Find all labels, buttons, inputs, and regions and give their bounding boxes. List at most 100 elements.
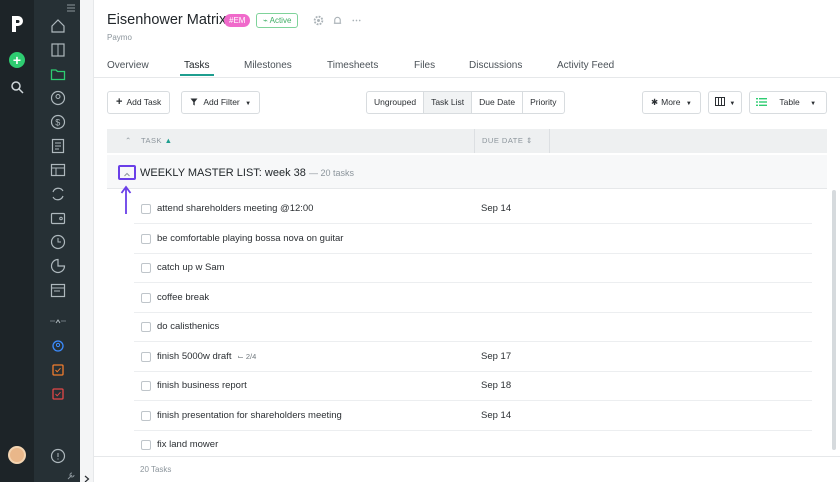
collapse-all-icon[interactable]: ⌃ — [125, 129, 132, 153]
tab-files[interactable]: Files — [414, 60, 435, 71]
view-table-button[interactable]: Table ▼ — [749, 91, 827, 114]
task-row[interactable]: finish business report Sep 18 — [134, 372, 812, 401]
group-due-date-option[interactable]: Due Date — [472, 92, 524, 113]
tab-tasks[interactable]: Tasks — [184, 60, 210, 71]
header-divider — [94, 77, 840, 78]
collapse-sidebar-icon[interactable] — [66, 4, 76, 12]
group-priority-option[interactable]: Priority — [523, 92, 563, 113]
task-name[interactable]: finish 5000w draft ⌙ 2/4 — [157, 351, 256, 362]
group-collapse-toggle[interactable] — [118, 165, 136, 180]
vertical-scrollbar[interactable] — [832, 190, 836, 450]
grouping-segmented-control: Ungrouped Task List Due Date Priority — [366, 91, 565, 114]
activity-icon: ⌁ — [263, 16, 268, 25]
user-circle-icon[interactable] — [50, 338, 66, 354]
tab-overview[interactable]: Overview — [107, 60, 149, 71]
tab-milestones[interactable]: Milestones — [244, 60, 292, 71]
page-title: Eisenhower Matrix — [107, 12, 227, 28]
search-icon[interactable] — [10, 80, 24, 94]
task-name[interactable]: coffee break — [157, 292, 209, 303]
task-name-label: coffee break — [157, 291, 210, 303]
group-task-count: — 20 tasks — [308, 168, 354, 178]
column-divider[interactable] — [474, 129, 475, 153]
more-button[interactable]: ✱ More ▼ — [642, 91, 701, 114]
expand-chevron-icon[interactable] — [84, 470, 90, 482]
group-task-list-option[interactable]: Task List — [424, 92, 473, 113]
chevron-down-icon: ▼ — [685, 101, 692, 107]
info-icon[interactable] — [50, 448, 66, 464]
reports-icon[interactable] — [50, 138, 66, 154]
invoices-icon[interactable]: $ — [50, 114, 66, 130]
columns-button[interactable]: ▼ — [708, 91, 743, 114]
more-options-icon[interactable] — [351, 15, 362, 26]
group-title[interactable]: WEEKLY MASTER LIST: week 38 — 20 tasks — [140, 167, 354, 179]
task-row[interactable]: finish 5000w draft ⌙ 2/4 Sep 17 — [134, 343, 812, 372]
subtask-counter[interactable]: ⌙ 2/4 — [237, 352, 256, 361]
task-checkbox[interactable] — [141, 292, 151, 303]
chevron-down-icon: ▼ — [245, 101, 252, 107]
client-name[interactable]: Paymo — [107, 33, 132, 42]
task-name-label: attend shareholders meeting @12:00 — [157, 203, 314, 214]
task-checkbox[interactable] — [141, 381, 151, 391]
tab-activity-feed[interactable]: Activity Feed — [557, 60, 614, 71]
task-name-label: be comfortable playing bossa nova on gui… — [157, 232, 344, 244]
task-name-label: do calisthenics — [157, 321, 220, 332]
tab-discussions[interactable]: Discussions — [469, 60, 522, 71]
task-name[interactable]: do calisthenics — [157, 321, 219, 332]
task-checkbox[interactable] — [141, 233, 151, 244]
task-name[interactable]: fix land mower — [157, 439, 218, 450]
tab-timesheets[interactable]: Timesheets — [327, 60, 378, 71]
settings-gear-icon[interactable] — [313, 15, 324, 26]
add-filter-label: Add Filter — [203, 97, 240, 107]
task-row[interactable]: catch up w Sam — [134, 254, 812, 283]
pie-chart-icon[interactable] — [50, 258, 66, 274]
due-date-column-header[interactable]: DUE DATE ⇕ — [482, 129, 533, 153]
task-checkbox[interactable] — [141, 204, 151, 214]
task-checkbox[interactable] — [141, 410, 151, 421]
paymo-logo-icon[interactable] — [9, 14, 25, 34]
task-checkbox[interactable] — [141, 263, 151, 273]
wrench-icon[interactable] — [66, 468, 76, 480]
project-code-badge: #EM — [224, 14, 251, 27]
task-name[interactable]: catch up w Sam — [157, 262, 225, 273]
create-new-icon[interactable]: + — [9, 52, 25, 68]
task-name[interactable]: be comfortable playing bossa nova on gui… — [157, 233, 343, 244]
task-name-label: finish 5000w draft — [157, 350, 232, 362]
task-row[interactable]: finish presentation for shareholders mee… — [134, 402, 812, 431]
task-row[interactable]: be comfortable playing bossa nova on gui… — [134, 225, 812, 254]
task-due-date[interactable]: Sep 14 — [481, 203, 511, 214]
status-badge[interactable]: ⌁ Active — [256, 13, 299, 28]
task-name[interactable]: finish business report — [157, 380, 247, 391]
user-avatar[interactable] — [8, 446, 26, 464]
table-icon[interactable] — [50, 162, 66, 178]
home-icon[interactable] — [50, 18, 66, 34]
task-row[interactable]: attend shareholders meeting @12:00 Sep 14 — [134, 195, 812, 224]
calendar-icon[interactable] — [50, 282, 66, 298]
task-due-date[interactable]: Sep 17 — [481, 351, 511, 362]
table-header: ⌃ TASK ▲ DUE DATE ⇕ — [107, 129, 827, 153]
clock-icon[interactable] — [50, 234, 66, 250]
task-name[interactable]: finish presentation for shareholders mee… — [157, 410, 342, 421]
column-divider[interactable] — [549, 129, 550, 153]
projects-icon[interactable] — [50, 42, 66, 58]
task-column-header[interactable]: TASK ▲ — [141, 129, 173, 153]
task-due-date[interactable]: Sep 18 — [481, 380, 511, 391]
task-checkbox[interactable] — [141, 322, 151, 332]
due-date-column-label: DUE DATE — [482, 136, 524, 145]
task-name[interactable]: attend shareholders meeting @12:00 — [157, 203, 313, 214]
bell-icon[interactable] — [332, 15, 343, 26]
wallet-icon[interactable] — [50, 210, 66, 226]
inbox-icon[interactable] — [50, 362, 66, 378]
task-row[interactable]: do calisthenics — [134, 313, 812, 342]
sync-icon[interactable] — [50, 186, 66, 202]
task-checkbox[interactable] — [141, 351, 151, 362]
task-due-date[interactable]: Sep 14 — [481, 410, 511, 421]
table-view-icon — [756, 97, 769, 107]
group-ungrouped-option[interactable]: Ungrouped — [367, 92, 425, 113]
add-filter-button[interactable]: Add Filter ▼ — [181, 91, 261, 114]
task-row[interactable]: coffee break — [134, 284, 812, 313]
add-task-button[interactable]: + Add Task — [107, 91, 171, 114]
task-checkbox[interactable] — [141, 440, 151, 450]
checklist-icon[interactable] — [50, 386, 66, 402]
folder-icon[interactable] — [50, 66, 66, 82]
contacts-icon[interactable] — [50, 90, 66, 106]
